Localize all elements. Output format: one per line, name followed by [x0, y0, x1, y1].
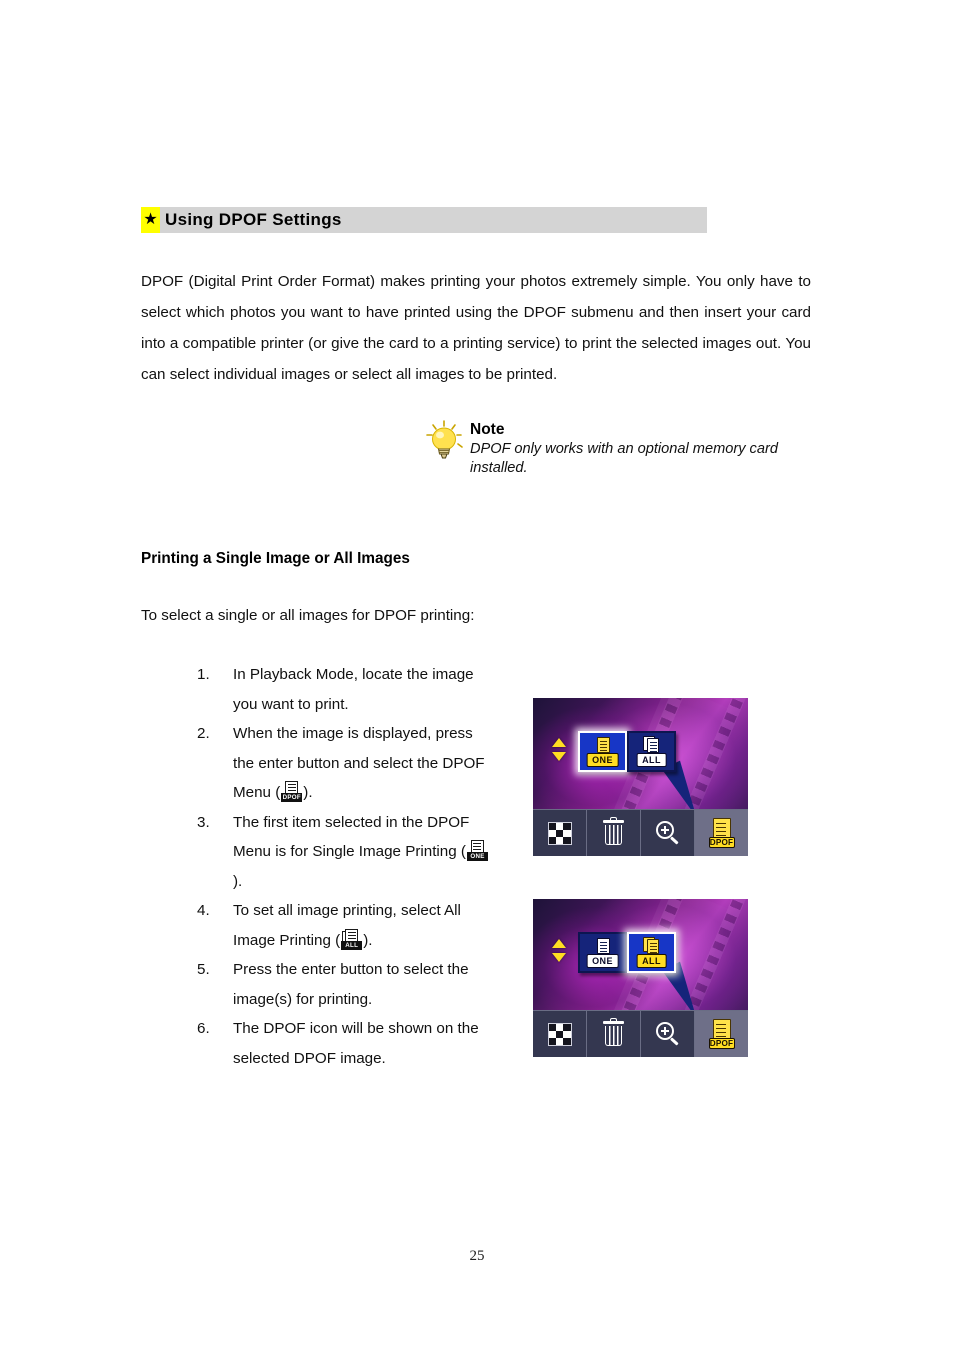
step-text-after: ).: [303, 784, 313, 801]
all-inline-label: ALL: [341, 940, 363, 950]
lightbulb-icon: [424, 420, 466, 466]
step-text-before: When the image is displayed, press the e…: [233, 725, 485, 801]
thumbnail-grid-icon: [547, 821, 572, 845]
menu-button-all-label: ALL: [636, 954, 667, 968]
menu-button-all[interactable]: ALL: [627, 731, 676, 772]
subsection-heading: Printing a Single Image or All Images: [141, 550, 410, 567]
step-text-before: Press the enter button to select the ima…: [233, 961, 469, 1008]
all-inline-icon: ALL: [341, 928, 363, 950]
toolbar-button-delete[interactable]: [587, 1011, 641, 1057]
arrow-up-icon[interactable]: [552, 939, 566, 948]
dpof-submenu: ONE ALL: [578, 932, 676, 973]
camera-screenshot-one-selected: ONE ALL DPOF: [533, 698, 748, 856]
menu-button-one-label: ONE: [586, 753, 619, 767]
arrow-down-icon[interactable]: [552, 752, 566, 761]
arrow-up-icon[interactable]: [552, 738, 566, 747]
dpof-submenu: ONE ALL: [578, 731, 676, 772]
document-page: ★ Using DPOF Settings DPOF (Digital Prin…: [0, 0, 954, 1351]
step-number: 3.: [197, 813, 210, 831]
menu-button-one[interactable]: ONE: [578, 731, 627, 772]
list-item: 3. The first item selected in the DPOF M…: [197, 808, 497, 897]
step-text: When the image is displayed, press the e…: [233, 719, 497, 808]
list-item: 5. Press the enter button to select the …: [197, 955, 497, 1014]
menu-button-one-label: ONE: [586, 954, 619, 968]
step-text-after: ).: [363, 931, 373, 949]
step-text: To set all image printing, select All Im…: [233, 896, 497, 955]
toolbar-button-zoom-in[interactable]: [641, 1011, 695, 1057]
dpof-icon-label: DPOF: [708, 837, 735, 848]
step-number: 5.: [197, 961, 210, 978]
step-number: 4.: [197, 902, 210, 919]
dpof-inline-label: DPOF: [281, 793, 303, 802]
camera-screenshot-all-selected: ONE ALL DPOF: [533, 899, 748, 1057]
one-inline-label: ONE: [466, 852, 488, 861]
toolbar-button-thumbnail-view[interactable]: [533, 810, 587, 856]
section-heading-bar: ★ Using DPOF Settings: [141, 207, 707, 233]
scroll-arrows[interactable]: [552, 939, 566, 962]
one-inline-icon: ONE: [466, 840, 488, 861]
magnifier-plus-icon: [655, 1021, 681, 1047]
star-icon: ★: [141, 207, 160, 233]
playback-toolbar: DPOF: [533, 809, 748, 856]
dpof-icon: DPOF: [708, 818, 735, 848]
trash-icon: [602, 1017, 625, 1048]
dpof-icon: DPOF: [708, 1019, 735, 1049]
dpof-inline-icon: DPOF: [281, 781, 303, 802]
step-text: In Playback Mode, locate the image you w…: [233, 660, 497, 719]
menu-button-all-label: ALL: [636, 753, 667, 767]
magnifier-plus-icon: [655, 820, 681, 846]
list-item: 6. The DPOF icon will be shown on the se…: [197, 1014, 497, 1073]
steps-list: 1. In Playback Mode, locate the image yo…: [197, 660, 497, 1073]
step-number: 2.: [197, 725, 210, 742]
step-text: The first item selected in the DPOF Menu…: [233, 808, 497, 897]
playback-toolbar: DPOF: [533, 1010, 748, 1057]
scroll-arrows[interactable]: [552, 738, 566, 761]
step-number: 1.: [197, 666, 210, 683]
intro-paragraph: DPOF (Digital Print Order Format) makes …: [141, 273, 811, 383]
list-item: 4. To set all image printing, select All…: [197, 896, 497, 955]
menu-button-all[interactable]: ALL: [627, 932, 676, 973]
subsection-lead-in: To select a single or all images for DPO…: [141, 607, 475, 624]
arrow-down-icon[interactable]: [552, 953, 566, 962]
note-title: Note: [470, 421, 505, 438]
dpof-icon-label: DPOF: [708, 1038, 735, 1049]
toolbar-button-dpof[interactable]: DPOF: [695, 1011, 748, 1057]
trash-icon: [602, 816, 625, 847]
page-glyph-front: [646, 738, 659, 753]
page-glyph-front: [646, 939, 659, 954]
page-glyph: [596, 737, 610, 753]
step-text: The DPOF icon will be shown on the selec…: [233, 1014, 497, 1073]
menu-button-one[interactable]: ONE: [578, 932, 627, 973]
step-text-before: The DPOF icon will be shown on the selec…: [233, 1020, 479, 1067]
toolbar-button-dpof[interactable]: DPOF: [695, 810, 748, 856]
page-glyph: [596, 938, 610, 954]
page-number: 25: [469, 1248, 485, 1264]
thumbnail-grid-icon: [547, 1022, 572, 1046]
step-text: Press the enter button to select the ima…: [233, 955, 497, 1014]
toolbar-button-zoom-in[interactable]: [641, 810, 695, 856]
note-body: DPOF only works with an optional memory …: [470, 441, 778, 476]
step-text-before: The first item selected in the DPOF Menu…: [233, 813, 470, 861]
list-item: 1. In Playback Mode, locate the image yo…: [197, 660, 497, 719]
list-item: 2. When the image is displayed, press th…: [197, 719, 497, 808]
note-block: Note DPOF only works with an optional me…: [424, 418, 824, 478]
toolbar-button-thumbnail-view[interactable]: [533, 1011, 587, 1057]
note-text: Note DPOF only works with an optional me…: [470, 418, 815, 478]
step-text-before: In Playback Mode, locate the image you w…: [233, 666, 474, 713]
section-title: Using DPOF Settings: [165, 210, 342, 229]
step-text-after: ).: [233, 872, 243, 890]
step-number: 6.: [197, 1020, 210, 1037]
toolbar-button-delete[interactable]: [587, 810, 641, 856]
